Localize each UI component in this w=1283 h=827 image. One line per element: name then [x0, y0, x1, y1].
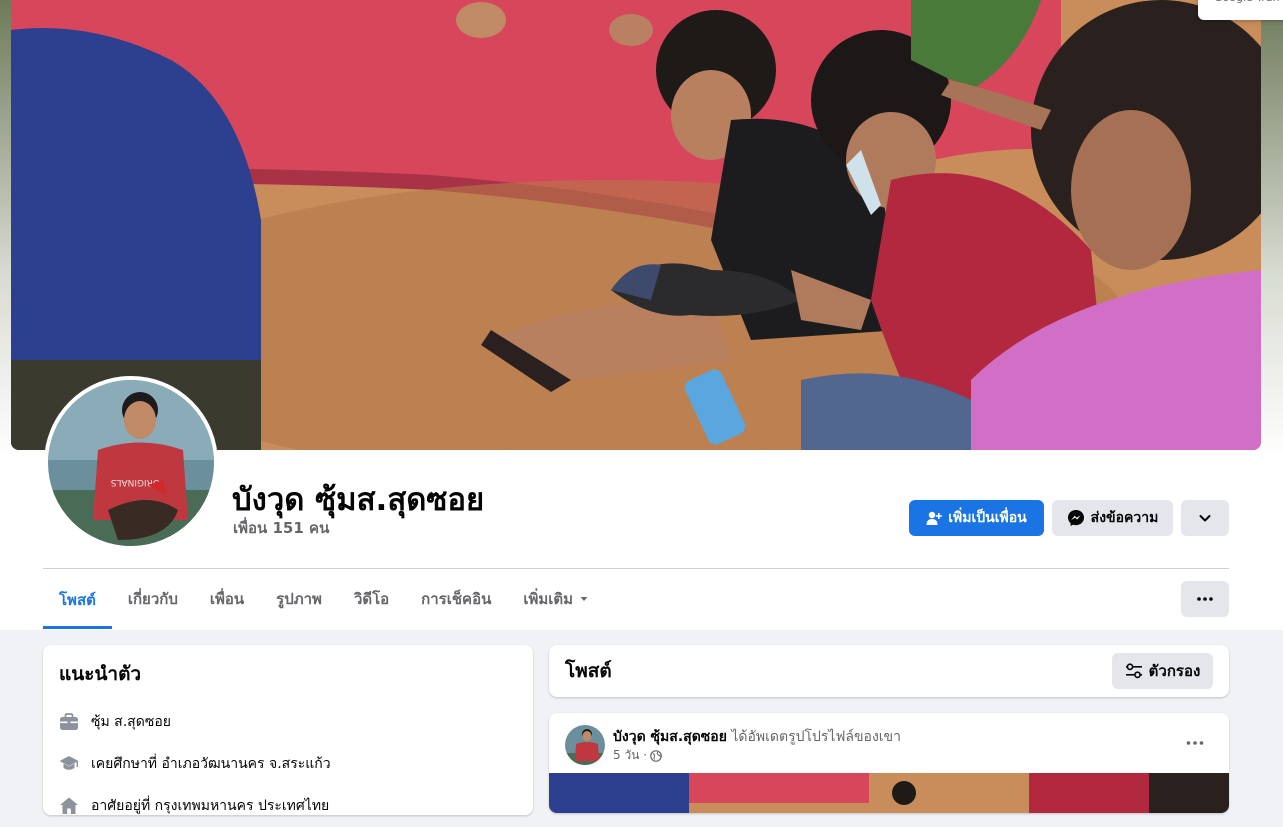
- translate-chip[interactable]: Google Tran: [1198, 0, 1283, 20]
- tab-label: เพื่อน: [209, 590, 245, 608]
- tab-label: เกี่ยวกับ: [127, 590, 178, 608]
- tab-more[interactable]: เพิ่มเติม: [507, 570, 605, 628]
- tabs-overflow-button[interactable]: [1181, 581, 1229, 617]
- tab-label: โพสต์: [59, 590, 96, 609]
- more-dots-icon: [1197, 597, 1213, 601]
- tab-posts[interactable]: โพสต์: [43, 570, 112, 629]
- post-image[interactable]: [549, 773, 1229, 813]
- profile-picture-illustration: ORIGINALS: [48, 380, 214, 546]
- cover-photo[interactable]: [11, 0, 1261, 450]
- intro-item-text: ซุ้ม ส.สุดซอย: [91, 714, 171, 730]
- add-friend-button[interactable]: เพิ่มเป็นเพื่อน: [909, 500, 1044, 536]
- intro-item-text: เคยศึกษาที่ อำเภอวัฒนานคร จ.สระแก้ว: [91, 756, 331, 772]
- profile-picture[interactable]: ORIGINALS: [48, 380, 214, 546]
- tab-friends[interactable]: เพื่อน: [194, 570, 260, 628]
- profile-more-button[interactable]: [1181, 500, 1229, 536]
- post-action-text: ได้อัพเดตรูปโปรไฟล์ของเขา: [731, 729, 901, 745]
- profile-tabs: โพสต์ เกี่ยวกับ เพื่อน รูปภาพ วิดีโอ การ…: [43, 570, 605, 630]
- posts-header-card: โพสต์ ตัวกรอง: [549, 645, 1229, 697]
- friends-count[interactable]: เพื่อน 151 คน: [233, 516, 329, 540]
- messenger-icon: [1067, 510, 1084, 526]
- chevron-down-icon: [1199, 515, 1211, 522]
- filter-label: ตัวกรอง: [1148, 662, 1201, 680]
- post-card: บังวุด ซุ้มส.สุดซอย ได้อัพเดตรูปโปรไฟล์ข…: [549, 713, 1229, 813]
- intro-item-location: อาศัยอยู่ที่ กรุงเทพมหานคร ประเทศไทย: [59, 785, 517, 827]
- profile-picture-ring[interactable]: ORIGINALS: [44, 376, 218, 550]
- intro-item-education: เคยศึกษาที่ อำเภอวัฒนานคร จ.สระแก้ว: [59, 743, 517, 785]
- cover-photo-illustration: [11, 0, 1261, 450]
- tab-check-ins[interactable]: การเช็คอิน: [405, 570, 507, 628]
- filter-button[interactable]: ตัวกรอง: [1112, 653, 1213, 689]
- globe-icon: [650, 749, 662, 762]
- caret-down-icon: [580, 597, 588, 601]
- header-divider: [43, 568, 1229, 569]
- graduation-cap-icon: [59, 756, 79, 770]
- post-time[interactable]: 5 วัน ·: [613, 746, 647, 765]
- tab-label: วิดีโอ: [353, 590, 390, 608]
- message-label: ส่งข้อความ: [1090, 510, 1159, 526]
- intro-card: แนะนำตัว ซุ้ม ส.สุดซอย เคยศึกษาที่ อำเภอ…: [43, 645, 533, 815]
- tab-label: การเช็คอิน: [421, 590, 492, 608]
- tab-photos[interactable]: รูปภาพ: [260, 570, 338, 628]
- tab-label: รูปภาพ: [276, 590, 322, 608]
- intro-title: แนะนำตัว: [59, 663, 142, 685]
- briefcase-icon: [60, 713, 78, 730]
- add-friend-label: เพิ่มเป็นเพื่อน: [948, 510, 1027, 526]
- post-meta: 5 วัน ·: [613, 746, 662, 765]
- profile-header: Google Tran ORIGINALS บังวุด ซุ้มส.สุดซอ…: [0, 0, 1283, 630]
- intro-item-work: ซุ้ม ส.สุดซอย: [59, 701, 517, 743]
- add-friend-icon: [926, 511, 943, 525]
- post-author-avatar[interactable]: [565, 725, 605, 765]
- more-dots-icon: [1186, 741, 1204, 745]
- post-image-illustration: [549, 773, 1229, 813]
- post-author-avatar-illustration: [565, 725, 605, 765]
- post-author-name[interactable]: บังวุด ซุ้มส.สุดซอย: [613, 729, 727, 745]
- intro-item-text: อาศัยอยู่ที่ กรุงเทพมหานคร ประเทศไทย: [91, 798, 330, 814]
- tab-videos[interactable]: วิดีโอ: [338, 570, 405, 628]
- tab-about[interactable]: เกี่ยวกับ: [112, 570, 194, 628]
- filter-sliders-icon: [1125, 663, 1142, 679]
- post-header-line: บังวุด ซุ้มส.สุดซอย ได้อัพเดตรูปโปรไฟล์ข…: [613, 726, 901, 748]
- message-button[interactable]: ส่งข้อความ: [1052, 500, 1173, 536]
- post-options-button[interactable]: [1179, 731, 1211, 755]
- posts-title: โพสต์: [565, 660, 612, 682]
- home-icon: [60, 797, 78, 814]
- tab-label: เพิ่มเติม: [523, 590, 574, 608]
